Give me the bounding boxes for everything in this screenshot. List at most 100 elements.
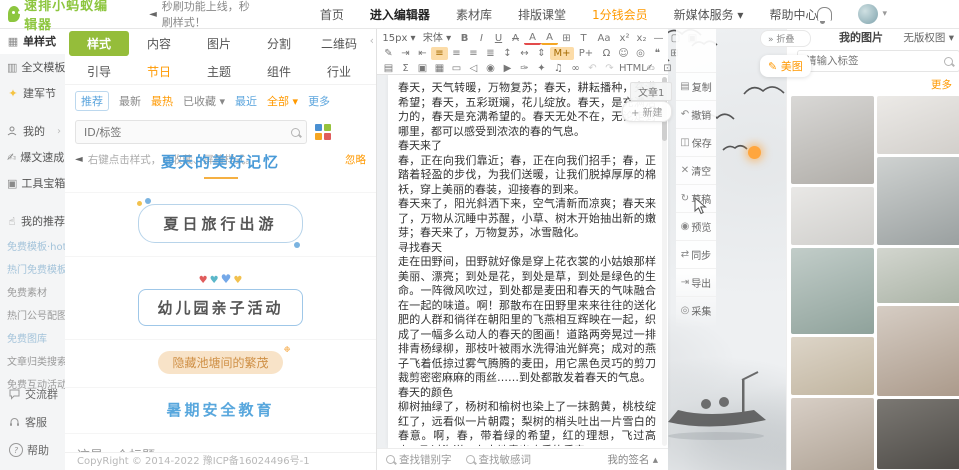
article-tab[interactable]: 文章1 [630, 82, 672, 101]
export-button[interactable]: ⇥ 导出 [676, 268, 716, 296]
style-sample-summer-travel[interactable]: 夏日旅行出游 [65, 193, 376, 257]
card-icon[interactable]: ▭ [448, 62, 465, 75]
filter-recent[interactable]: 最近 [235, 93, 257, 109]
redo-icon[interactable]: ↷ [601, 62, 618, 75]
style-sample-summer-memory[interactable]: 夏天的美好记忆 [65, 140, 376, 193]
nav-help-center[interactable]: 帮助中心 [769, 6, 817, 23]
text-box-icon[interactable]: ⊞ [558, 32, 575, 45]
camera-icon[interactable]: ◉ [482, 62, 499, 75]
sidebar-item-full-template[interactable]: ▥ 全文模板 [0, 54, 65, 80]
font-color-icon[interactable]: A [524, 32, 541, 45]
image-icon[interactable]: ▣ [414, 62, 431, 75]
eraser-icon[interactable]: ✎ [380, 47, 397, 60]
font-family-select[interactable]: 宋体 ▾ [418, 32, 456, 45]
new-article-button[interactable]: + 新建 [622, 101, 672, 122]
document-content[interactable]: 春天，天气转暖，万物复苏；春天，耕耘播种，充满希望；春天，五彩斑斓，花儿绽放。春… [398, 81, 656, 446]
style-sample-kindergarten[interactable]: ♥♥♥♥ 幼儿园亲子活动 [65, 257, 376, 340]
photo-thumbnail[interactable] [877, 306, 959, 396]
magic-brush-icon[interactable]: ✦ [533, 62, 550, 75]
template-search-input[interactable] [82, 125, 285, 140]
link-free-material[interactable]: 免费素材 [0, 280, 65, 303]
photo-thumbnail[interactable] [791, 96, 874, 184]
sidebar-item-recommend[interactable]: ☝ 我的推荐 [0, 208, 65, 234]
filter-favorited[interactable]: 已收藏 ▾ [183, 93, 225, 109]
tab-industry[interactable]: 行业 [309, 59, 369, 84]
align-justify-icon[interactable]: ≣ [482, 47, 499, 60]
filter-recommend[interactable]: 推荐 [75, 91, 109, 111]
style-sample-summer-safety[interactable]: 暑期安全教育 [65, 388, 376, 434]
emoji-icon[interactable]: ☺ [615, 47, 632, 60]
signature-button[interactable]: 我的签名 ▴ [607, 452, 658, 467]
image-search-field[interactable] [797, 50, 959, 72]
help-button[interactable]: ? 帮助 [0, 436, 65, 464]
nav-member-promo[interactable]: 1分钱会员 [592, 6, 648, 23]
customer-service-button[interactable]: 客服 [0, 408, 65, 436]
link-icon[interactable]: ∞ [567, 62, 584, 75]
chat-group-button[interactable]: 交流群 [0, 380, 65, 408]
preview-button[interactable]: ◉ 预览 [676, 212, 716, 240]
link-hot-account-images[interactable]: 热门公号配图 [0, 303, 65, 326]
collect-button[interactable]: ◎ 采集 [676, 296, 716, 324]
more-link[interactable]: 更多 [787, 72, 959, 94]
heading-icon[interactable]: T [575, 32, 592, 45]
margin-icon[interactable]: M+ [550, 47, 574, 60]
clear-button[interactable]: ✕ 清空 [676, 156, 716, 184]
sidebar-item-toolbox[interactable]: ▣ 工具宝箱 [0, 170, 65, 196]
bold-icon[interactable]: B [456, 32, 473, 45]
undo-icon[interactable]: ↶ [584, 62, 601, 75]
notification-bell-icon[interactable] [817, 7, 832, 21]
photo-thumbnail[interactable] [877, 399, 959, 469]
photo-thumbnail[interactable] [877, 248, 959, 303]
align-left-icon[interactable]: ≡ [431, 47, 448, 60]
color-grid-icon[interactable] [315, 124, 331, 140]
html-icon[interactable]: HTML [618, 62, 642, 75]
case-icon[interactable]: Aa [592, 32, 616, 45]
align-center-icon[interactable]: ≡ [448, 47, 465, 60]
audio-icon[interactable]: ◁ [465, 62, 482, 75]
editor-scrollbar[interactable] [662, 77, 667, 446]
tab-divider[interactable]: 分割 [249, 31, 309, 56]
outdent-icon[interactable]: ⇤ [414, 47, 431, 60]
line-height-icon[interactable]: ↕ [499, 47, 516, 60]
font-size-select[interactable]: 15px ▾ [380, 32, 418, 45]
app-logo[interactable]: 速排小蚂蚁编辑器 [8, 0, 109, 33]
brush-icon[interactable]: ✑ [516, 62, 533, 75]
sigma-icon[interactable]: Σ [397, 62, 414, 75]
video-icon[interactable]: ▶ [499, 62, 516, 75]
announcement[interactable]: ◄ 秒刷功能上线，秒刷样式！ [149, 0, 260, 30]
padding-icon[interactable]: P+ [574, 47, 598, 60]
sync-button[interactable]: ⇄ 同步 [676, 240, 716, 268]
undo-button[interactable]: ↶ 撤销 [676, 100, 716, 128]
style-sample-pond[interactable]: 隐藏池塘间的繁茂 [65, 340, 376, 388]
check-sensitive-button[interactable]: 查找敏感词 [466, 452, 532, 467]
filter-hottest[interactable]: 最热 [151, 93, 173, 109]
filter-newest[interactable]: 最新 [119, 93, 141, 109]
panel-collapse-icon[interactable]: ‹ [370, 34, 374, 47]
link-free-templates[interactable]: 免费模板·hot [0, 234, 65, 257]
editor-page[interactable]: 春天，天气转暖，万物复苏；春天，耕耘播种，充满希望；春天，五彩斑斓，花儿绽放。春… [388, 75, 668, 448]
beautify-image-button[interactable]: ✎ 美图 [760, 55, 811, 77]
nav-enter-editor[interactable]: 进入编辑器 [370, 6, 430, 23]
tab-content[interactable]: 内容 [129, 31, 189, 56]
fullscreen-icon[interactable]: ⊡ [659, 62, 676, 75]
paragraph-spacing-icon[interactable]: ⇕ [533, 47, 550, 60]
photo-thumbnail[interactable] [791, 187, 874, 245]
tab-festival[interactable]: 节日 [129, 59, 189, 84]
template-icon[interactable]: ▤ [380, 62, 397, 75]
tab-guide[interactable]: 引导 [69, 59, 129, 84]
tab-component[interactable]: 组件 [249, 59, 309, 84]
nav-material-library[interactable]: 素材库 [456, 6, 492, 23]
form-icon[interactable]: ✍ [642, 62, 659, 75]
bg-color-icon[interactable]: A [541, 32, 558, 45]
music-icon[interactable]: ♫ [550, 62, 567, 75]
nav-layout-class[interactable]: 排版课堂 [518, 6, 566, 23]
quote-icon[interactable]: ❝ [649, 47, 666, 60]
photo-thumbnail[interactable] [877, 157, 959, 245]
style-sample-title[interactable]: 这是一个标题 [65, 434, 376, 452]
superscript-icon[interactable]: x² [616, 32, 633, 45]
align-right-icon[interactable]: ≡ [465, 47, 482, 60]
photo-thumbnail[interactable] [877, 96, 959, 154]
photo-thumbnail[interactable] [791, 248, 874, 334]
find-icon[interactable]: ◎ [632, 47, 649, 60]
link-article-search[interactable]: 文章归类搜索 [0, 349, 65, 372]
